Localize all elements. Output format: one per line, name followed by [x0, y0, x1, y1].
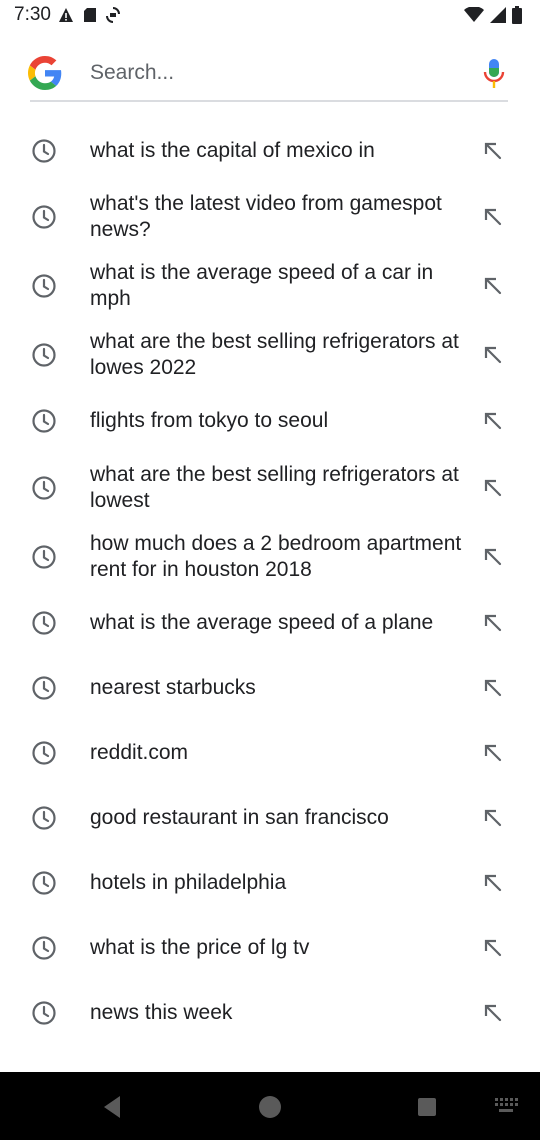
status-left-icons [58, 6, 120, 24]
search-underline [30, 100, 508, 102]
suggestion-text: good restaurant in san francisco [90, 806, 389, 829]
fill-query-arrow-icon[interactable] [482, 1002, 504, 1024]
history-clock-icon [31, 675, 57, 701]
suggestion-text: how much does a 2 bedroom apartment rent… [90, 532, 462, 581]
fill-query-arrow-icon[interactable] [482, 206, 504, 228]
history-clock-icon [31, 475, 57, 501]
google-logo-icon [28, 56, 62, 90]
suggestion-item[interactable]: nearest starbucks [0, 657, 540, 719]
suggestion-item[interactable]: flights from tokyo to seoul [0, 390, 540, 452]
fill-query-arrow-icon[interactable] [482, 807, 504, 829]
fill-query-arrow-icon[interactable] [482, 546, 504, 568]
history-clock-icon [31, 138, 57, 164]
fill-query-arrow-icon[interactable] [482, 344, 504, 366]
history-clock-icon [31, 273, 57, 299]
keyboard-icon[interactable] [494, 1096, 518, 1116]
fill-query-arrow-icon[interactable] [482, 410, 504, 432]
history-clock-icon [31, 935, 57, 961]
signal-icon [490, 7, 506, 23]
search-input[interactable] [90, 56, 460, 90]
warning-icon [59, 8, 73, 22]
sd-card-icon [84, 8, 96, 22]
fill-query-arrow-icon[interactable] [482, 275, 504, 297]
fill-query-arrow-icon[interactable] [482, 937, 504, 959]
history-clock-icon [31, 1000, 57, 1026]
wifi-icon [464, 7, 484, 22]
sync-icon [106, 7, 120, 23]
recents-icon[interactable] [412, 1092, 442, 1122]
suggestion-item[interactable]: news this week [0, 982, 540, 1044]
suggestion-item[interactable]: how much does a 2 bedroom apartment rent… [0, 526, 540, 588]
fill-query-arrow-icon[interactable] [482, 612, 504, 634]
suggestion-item[interactable]: what is the average speed of a car in mp… [0, 255, 540, 317]
fill-query-arrow-icon[interactable] [482, 677, 504, 699]
suggestion-item[interactable]: what are the best selling refrigerators … [0, 324, 540, 386]
suggestion-item[interactable]: hotels in philadelphia [0, 852, 540, 914]
suggestion-text: what's the latest video from gamespot ne… [90, 192, 442, 241]
back-icon[interactable] [98, 1092, 128, 1122]
suggestion-text: reddit.com [90, 741, 189, 764]
microphone-icon[interactable] [482, 58, 506, 90]
fill-query-arrow-icon[interactable] [482, 872, 504, 894]
home-icon[interactable] [255, 1092, 285, 1122]
navigation-bar [0, 1072, 540, 1140]
suggestion-item[interactable]: what is the average speed of a plane [0, 592, 540, 654]
battery-icon [512, 6, 522, 24]
status-time: 7:30 [14, 4, 51, 25]
suggestion-text: what are the best selling refrigerators … [90, 330, 459, 379]
suggestion-text: flights from tokyo to seoul [90, 409, 329, 432]
suggestion-item[interactable]: what is the price of lg tv [0, 917, 540, 979]
history-clock-icon [31, 544, 57, 570]
status-bar: 7:30 [0, 0, 540, 32]
history-clock-icon [31, 740, 57, 766]
history-clock-icon [31, 342, 57, 368]
suggestion-text: what are the best selling refrigerators … [90, 463, 459, 512]
suggestion-item[interactable]: what are the best selling refrigerators … [0, 457, 540, 519]
status-right-icons [464, 6, 522, 24]
suggestion-text: nearest starbucks [90, 676, 256, 699]
history-clock-icon [31, 805, 57, 831]
fill-query-arrow-icon[interactable] [482, 140, 504, 162]
suggestion-text: news this week [90, 1001, 233, 1024]
fill-query-arrow-icon[interactable] [482, 742, 504, 764]
suggestion-item[interactable]: what's the latest video from gamespot ne… [0, 186, 540, 248]
history-clock-icon [31, 610, 57, 636]
suggestion-text: hotels in philadelphia [90, 871, 287, 894]
suggestion-text: what is the average speed of a plane [90, 611, 434, 634]
search-bar [0, 40, 540, 106]
suggestion-item[interactable]: reddit.com [0, 722, 540, 784]
suggestion-item[interactable]: good restaurant in san francisco [0, 787, 540, 849]
suggestion-text: what is the price of lg tv [90, 936, 310, 959]
history-clock-icon [31, 204, 57, 230]
suggestion-item[interactable]: what is the capital of mexico in [0, 120, 540, 182]
suggestion-text: what is the average speed of a car in mp… [90, 261, 434, 310]
fill-query-arrow-icon[interactable] [482, 477, 504, 499]
history-clock-icon [31, 870, 57, 896]
history-clock-icon [31, 408, 57, 434]
suggestion-text: what is the capital of mexico in [90, 139, 375, 162]
